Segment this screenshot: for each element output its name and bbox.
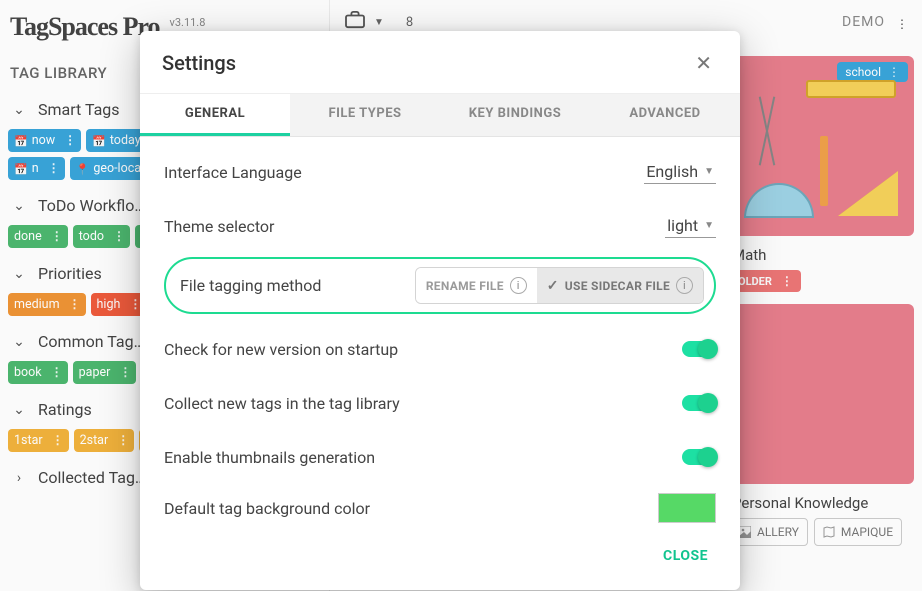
setting-label-thumbnails: Enable thumbnails generation xyxy=(164,448,682,467)
setting-label-collect-tags: Collect new tags in the tag library xyxy=(164,394,682,413)
close-icon[interactable]: ✕ xyxy=(689,47,718,79)
tagging-method-segment: RENAME FILE i ✓ USE SIDECAR FILE i xyxy=(415,267,704,304)
tag-color-swatch[interactable] xyxy=(658,493,716,523)
option-label: RENAME FILE xyxy=(426,279,504,293)
option-label: USE SIDECAR FILE xyxy=(565,279,670,293)
tab-advanced[interactable]: ADVANCED xyxy=(590,94,740,136)
chevron-down-icon: ▼ xyxy=(704,166,714,177)
theme-select[interactable]: light ▼ xyxy=(665,214,716,238)
tagging-option-rename[interactable]: RENAME FILE i xyxy=(416,268,537,303)
settings-tabs: GENERALFILE TYPESKEY BINDINGSADVANCED xyxy=(140,93,740,137)
tab-file-types[interactable]: FILE TYPES xyxy=(290,94,440,136)
setting-label-tag-color: Default tag background color xyxy=(164,499,658,518)
close-button[interactable]: CLOSE xyxy=(653,540,718,572)
info-icon[interactable]: i xyxy=(676,277,693,294)
language-select[interactable]: English ▼ xyxy=(644,160,716,184)
tagging-method-highlight: File tagging method RENAME FILE i ✓ USE … xyxy=(164,257,716,314)
chevron-down-icon: ▼ xyxy=(704,220,714,231)
tagging-option-sidecar[interactable]: ✓ USE SIDECAR FILE i xyxy=(537,268,703,303)
setting-label-theme: Theme selector xyxy=(164,217,665,236)
toggle-check-version[interactable] xyxy=(682,341,716,357)
info-icon[interactable]: i xyxy=(510,277,527,294)
settings-dialog: Settings ✕ GENERALFILE TYPESKEY BINDINGS… xyxy=(140,31,740,590)
dialog-title: Settings xyxy=(162,51,689,75)
tab-general[interactable]: GENERAL xyxy=(140,94,290,136)
toggle-thumbnails[interactable] xyxy=(682,449,716,465)
select-value: English xyxy=(646,162,698,181)
setting-label-check-version: Check for new version on startup xyxy=(164,340,682,359)
setting-label-language: Interface Language xyxy=(164,163,644,182)
check-icon: ✓ xyxy=(547,278,559,294)
toggle-collect-tags[interactable] xyxy=(682,395,716,411)
select-value: light xyxy=(667,216,698,235)
setting-label-tagging: File tagging method xyxy=(180,276,415,295)
tab-key-bindings[interactable]: KEY BINDINGS xyxy=(440,94,590,136)
